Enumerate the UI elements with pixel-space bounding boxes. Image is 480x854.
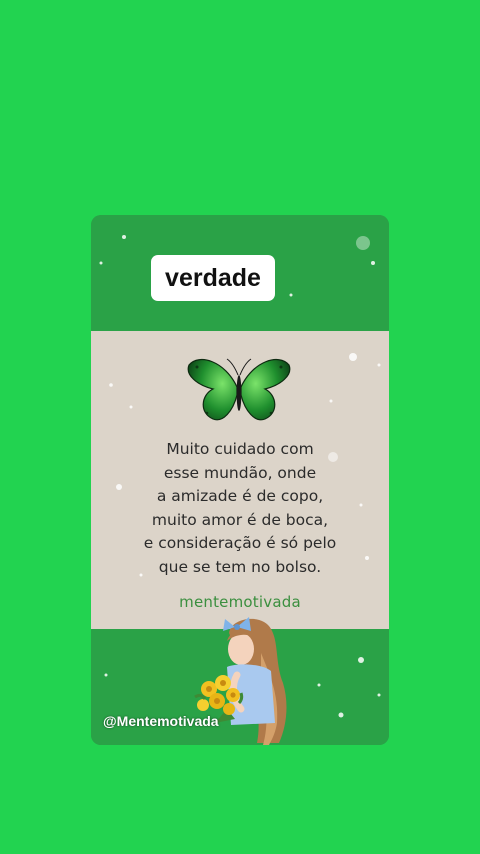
post-card: verdade Muito cuidado com esse mundão, o…: [91, 215, 389, 745]
quote-line: Muito cuidado com: [166, 440, 314, 458]
quote-line: a amizade é de copo,: [156, 487, 324, 505]
quote-line: que se tem no bolso.: [158, 557, 322, 576]
screen: verdade Muito cuidado com esse mundão, o…: [0, 0, 480, 854]
signature: mentemotivada: [179, 593, 301, 611]
green-butterfly-icon: [187, 358, 291, 421]
verdade-tag-label: verdade: [165, 263, 261, 292]
quote-line: e consideração é só pelo: [143, 534, 337, 552]
quote-line: muito amor é de boca,: [151, 510, 329, 529]
account-handle: @Mentemotivada: [103, 713, 219, 729]
quote-text: Muito cuidado com esse mundão, onde a am…: [107, 438, 373, 579]
verdade-tag: verdade: [151, 255, 275, 301]
quote-line: esse mundão, onde: [163, 463, 317, 482]
